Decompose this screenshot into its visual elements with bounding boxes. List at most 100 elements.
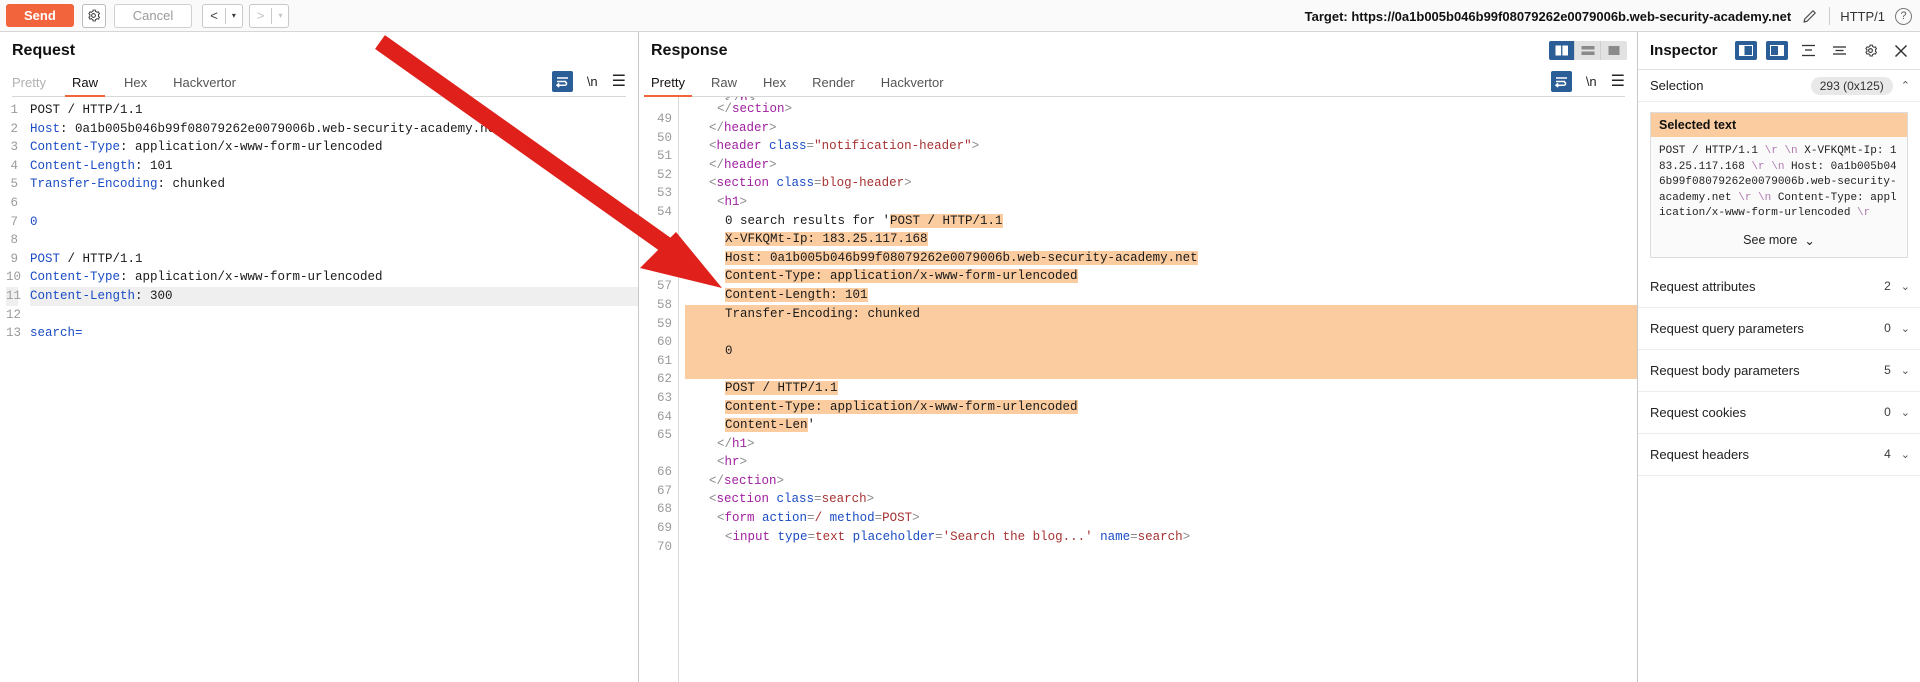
code-token: 'Search the blog...' (943, 530, 1101, 544)
code-line[interactable]: <form action=/ method=POST> (685, 509, 1637, 528)
code-line[interactable]: 0 (685, 342, 1637, 361)
show-newlines-button[interactable]: \n (1586, 74, 1597, 89)
dock-left-icon (1739, 45, 1753, 56)
inspector-section-request-body-parameters[interactable]: Request body parameters5⌄ (1638, 350, 1920, 392)
line-number: 11 (6, 287, 18, 306)
code-line[interactable]: Transfer-Encoding: chunked (685, 305, 1637, 324)
code-line[interactable]: </header> (685, 119, 1637, 138)
response-editor[interactable]: 4950515253545556575859606162636465666768… (639, 97, 1637, 682)
single-pane-layout-button[interactable] (1601, 41, 1627, 60)
code-line[interactable]: Content-Length: 101 (30, 157, 638, 176)
code-line[interactable]: POST / HTTP/1.1 (685, 379, 1637, 398)
code-line[interactable]: Content-Type: application/x-www-form-url… (30, 138, 638, 157)
next-request-button[interactable]: > ▾ (249, 4, 290, 28)
send-button[interactable]: Send (6, 4, 74, 27)
previous-request-button[interactable]: < ▾ (202, 4, 243, 28)
code-line[interactable] (30, 231, 638, 250)
request-code-lines[interactable]: POST / HTTP/1.1Host: 0a1b005b046b99f0807… (24, 97, 638, 682)
inspector-section-chevron-icon[interactable]: ⌄ (1901, 448, 1910, 461)
settings-gear-button[interactable] (82, 4, 106, 28)
code-line[interactable]: Content-Length: 101 (685, 286, 1637, 305)
editor-menu-button[interactable]: ☰ (1611, 74, 1625, 90)
request-editor[interactable]: 12345678910111213 POST / HTTP/1.1Host: 0… (0, 97, 638, 682)
response-header: Response (639, 32, 1637, 97)
code-line[interactable]: search= (30, 324, 638, 343)
code-line[interactable]: </h1> (685, 435, 1637, 454)
tab-hex[interactable]: Hex (124, 75, 147, 96)
code-line[interactable]: <section class=search> (685, 490, 1637, 509)
code-line[interactable] (685, 360, 1637, 379)
inspector-section-chevron-icon[interactable]: ⌄ (1901, 280, 1910, 293)
code-line[interactable]: <section class=blog-header> (685, 174, 1637, 193)
tab-hackvertor[interactable]: Hackvertor (881, 75, 944, 96)
code-line[interactable]: Host: 0a1b005b046b99f08079262e0079006b.w… (685, 249, 1637, 268)
code-line[interactable]: Content-Type: application/x-www-form-url… (30, 268, 638, 287)
inspector-section-request-query-parameters[interactable]: Request query parameters0⌄ (1638, 308, 1920, 350)
inspector-section-chevron-icon[interactable]: ⌄ (1901, 406, 1910, 419)
code-token: </ (717, 102, 732, 116)
collapse-all-button[interactable] (1828, 41, 1850, 60)
word-wrap-button[interactable] (552, 71, 573, 92)
code-line[interactable]: Transfer-Encoding: chunked (30, 175, 638, 194)
inspector-section-label: Request cookies (1650, 405, 1746, 420)
code-line[interactable] (30, 306, 638, 325)
code-token: = (935, 530, 943, 544)
inspector-section-request-headers[interactable]: Request headers4⌄ (1638, 434, 1920, 476)
inspector-section-chevron-icon[interactable]: ⌄ (1901, 322, 1910, 335)
tab-raw[interactable]: Raw (72, 75, 98, 96)
code-line[interactable]: 0 (30, 213, 638, 232)
line-number: 70 (645, 538, 672, 557)
http-version-label[interactable]: HTTP/1 (1840, 9, 1885, 24)
expand-all-button[interactable] (1797, 41, 1819, 60)
inspector-section-label: Request attributes (1650, 279, 1756, 294)
code-line[interactable]: Content-Len' (685, 416, 1637, 435)
tab-hackvertor[interactable]: Hackvertor (173, 75, 236, 96)
show-newlines-button[interactable]: \n (587, 74, 598, 89)
tab-pretty[interactable]: Pretty (651, 75, 685, 96)
next-dropdown-caret-icon[interactable]: ▾ (272, 11, 288, 20)
split-vertical-layout-button[interactable] (1549, 41, 1575, 60)
code-line[interactable]: Content-Type: application/x-www-form-url… (685, 267, 1637, 286)
word-wrap-icon (1555, 76, 1568, 88)
selection-collapse-chevron-icon[interactable]: ⌃ (1901, 79, 1910, 92)
code-line[interactable] (30, 194, 638, 213)
inspector-section-request-attributes[interactable]: Request attributes2⌄ (1638, 266, 1920, 308)
code-line[interactable]: X-VFKQMt-Ip: 183.25.117.168 (685, 230, 1637, 249)
code-line[interactable]: POST / HTTP/1.1 (30, 250, 638, 269)
code-token: header (724, 121, 769, 135)
inspector-section-request-cookies[interactable]: Request cookies0⌄ (1638, 392, 1920, 434)
code-line[interactable]: </section> (685, 472, 1637, 491)
code-line[interactable]: <input type=text placeholder='Search the… (685, 528, 1637, 547)
inspector-close-button[interactable] (1890, 41, 1912, 60)
code-line[interactable]: </header> (685, 156, 1637, 175)
code-line[interactable]: <h1> (685, 193, 1637, 212)
inspector-right-dock-button[interactable] (1766, 41, 1788, 60)
cancel-button[interactable]: Cancel (114, 4, 192, 28)
code-line[interactable]: 0 search results for 'POST / HTTP/1.1 (685, 212, 1637, 231)
code-line[interactable]: POST / HTTP/1.1 (30, 101, 638, 120)
selection-section-row[interactable]: Selection 293 (0x125) ⌃ (1638, 70, 1920, 102)
inspector-section-chevron-icon[interactable]: ⌄ (1901, 364, 1910, 377)
code-line[interactable]: Host: 0a1b005b046b99f08079262e0079006b.w… (30, 120, 638, 139)
response-code-lines[interactable]: </p></section></header><header class="no… (679, 97, 1637, 682)
code-line[interactable]: <hr> (685, 453, 1637, 472)
editor-menu-button[interactable]: ☰ (612, 74, 626, 90)
selected-text-body[interactable]: POST / HTTP/1.1 \r \n X-VFKQMt-Ip: 183.2… (1651, 137, 1907, 226)
word-wrap-button[interactable] (1551, 71, 1572, 92)
code-line[interactable] (685, 323, 1637, 342)
code-line[interactable]: <header class="notification-header"> (685, 137, 1637, 156)
inspector-settings-button[interactable] (1859, 41, 1881, 60)
tab-pretty[interactable]: Pretty (12, 75, 46, 96)
inspector-left-dock-button[interactable] (1735, 41, 1757, 60)
tab-render[interactable]: Render (812, 75, 855, 96)
code-line[interactable]: </section> (685, 100, 1637, 119)
see-more-button[interactable]: See more ⌄ (1651, 226, 1907, 257)
code-line[interactable]: Content-Length: 300 (30, 287, 638, 306)
pencil-icon[interactable] (1801, 7, 1819, 25)
code-line[interactable]: Content-Type: application/x-www-form-url… (685, 398, 1637, 417)
tab-hex[interactable]: Hex (763, 75, 786, 96)
previous-dropdown-caret-icon[interactable]: ▾ (226, 11, 242, 20)
help-circle-icon[interactable]: ? (1895, 8, 1912, 25)
tab-raw[interactable]: Raw (711, 75, 737, 96)
split-horizontal-layout-button[interactable] (1575, 41, 1601, 60)
